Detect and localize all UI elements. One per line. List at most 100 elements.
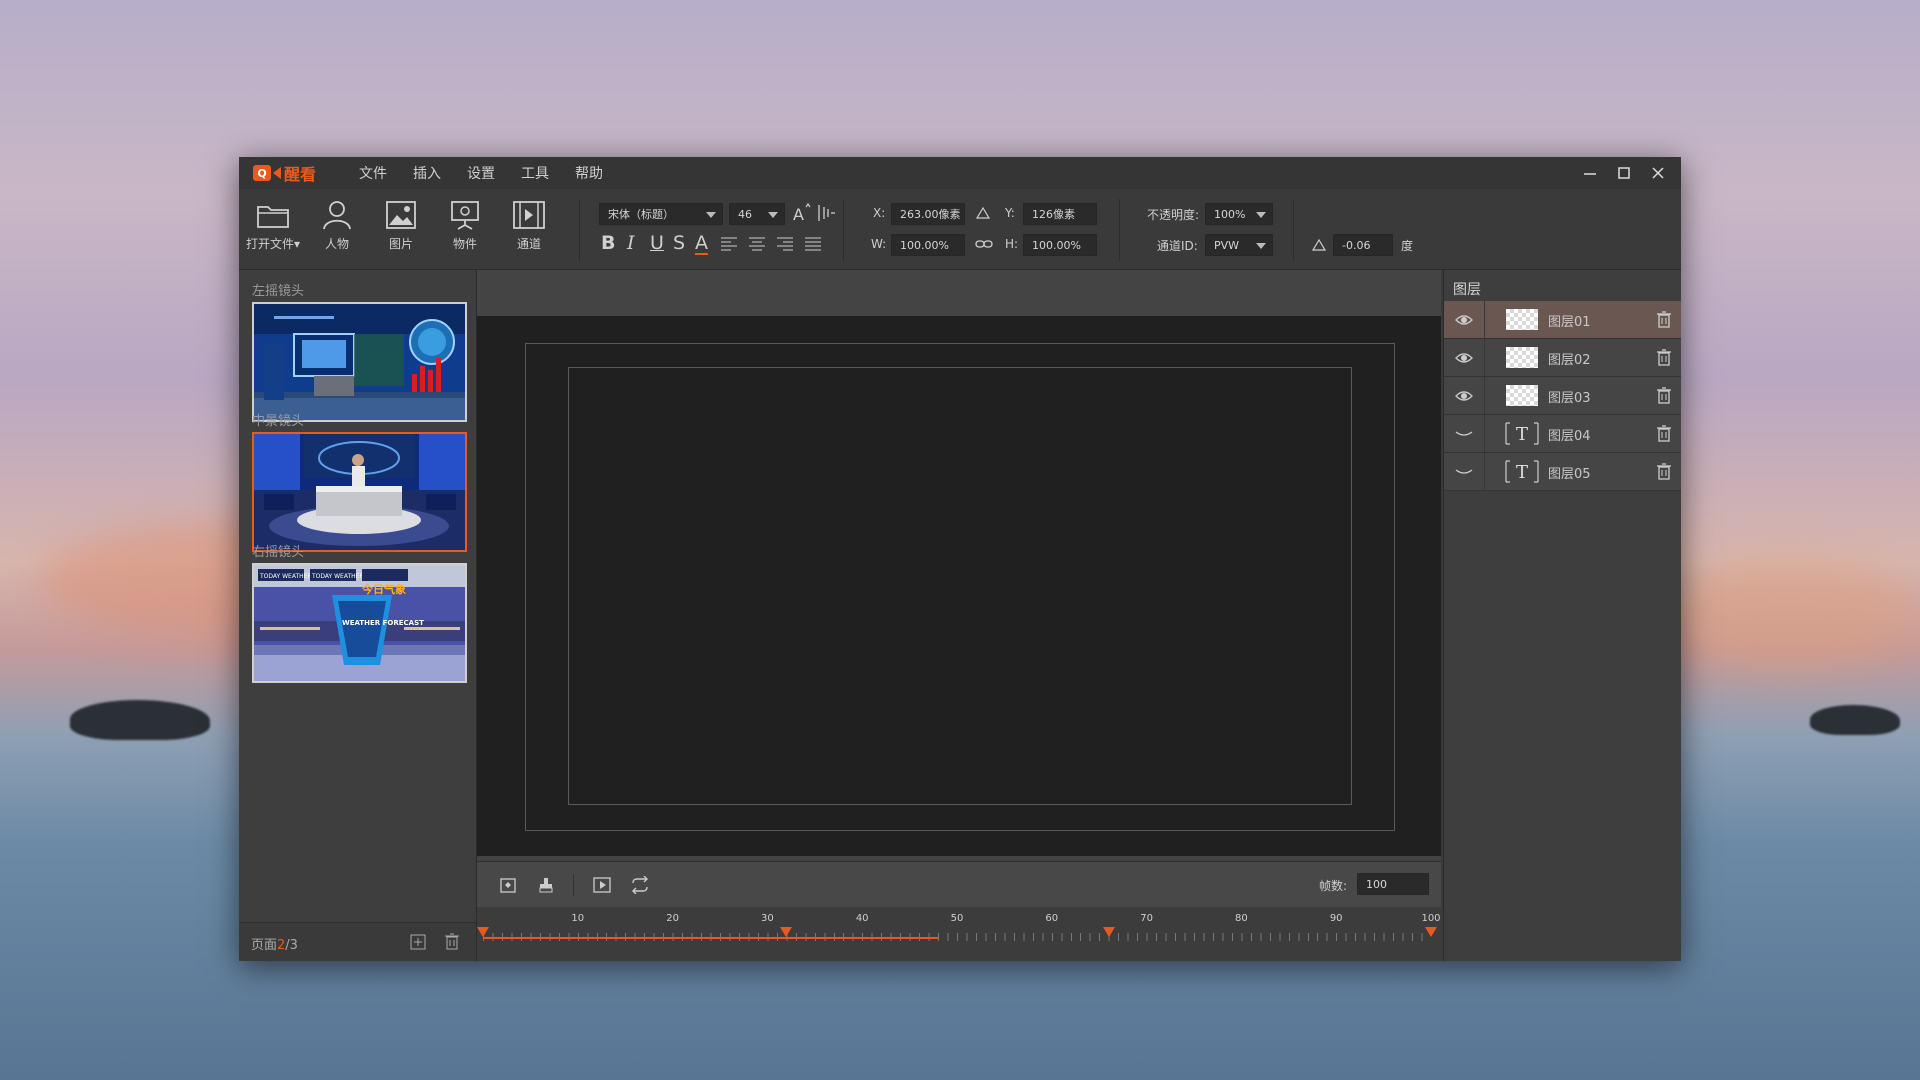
page-indicator: 页面2/3 bbox=[251, 934, 298, 953]
rotation-icon bbox=[1311, 238, 1327, 251]
link-icon[interactable] bbox=[975, 238, 993, 250]
play-icon[interactable] bbox=[593, 876, 611, 894]
underline-button[interactable]: U bbox=[650, 233, 664, 253]
layer-row[interactable]: T 图层05 bbox=[1444, 453, 1681, 491]
page-total: /3 bbox=[285, 938, 298, 953]
trash-icon[interactable] bbox=[1656, 424, 1672, 446]
eye-closed-icon[interactable] bbox=[1444, 453, 1485, 490]
menu-help[interactable]: 帮助 bbox=[575, 163, 603, 183]
eye-icon[interactable] bbox=[1444, 339, 1485, 376]
trash-icon[interactable] bbox=[1656, 348, 1672, 370]
menu-settings[interactable]: 设置 bbox=[467, 163, 495, 183]
italic-button[interactable]: I bbox=[627, 233, 635, 253]
image-button[interactable]: 图片 bbox=[373, 199, 429, 252]
w-input[interactable]: 100.00% bbox=[891, 234, 965, 256]
timeline-tick-label: 90 bbox=[1329, 913, 1343, 924]
menu-insert[interactable]: 插入 bbox=[413, 163, 441, 183]
keyframe-marker[interactable] bbox=[477, 927, 489, 937]
add-keyframe-icon[interactable] bbox=[499, 876, 517, 894]
layer-row[interactable]: 图层01 bbox=[1444, 301, 1681, 339]
timeline-progress bbox=[483, 937, 939, 939]
page-label: 页面 bbox=[251, 938, 278, 953]
frames-input[interactable]: 100 bbox=[1357, 873, 1429, 895]
logo-q-icon: Q bbox=[253, 165, 271, 181]
keyframe-marker[interactable] bbox=[1102, 927, 1115, 937]
rotation-unit: 度 bbox=[1401, 239, 1414, 253]
scene-thumbnail-medium[interactable] bbox=[252, 432, 467, 552]
object-button[interactable]: 物件 bbox=[437, 199, 493, 252]
open-file-button[interactable]: 打开文件▾ bbox=[245, 199, 301, 252]
loop-icon[interactable] bbox=[629, 876, 651, 894]
maximize-button[interactable] bbox=[1607, 157, 1641, 189]
eye-icon[interactable] bbox=[1444, 301, 1485, 338]
x-input[interactable]: 263.00像素 bbox=[891, 203, 965, 225]
keyframe-marker[interactable] bbox=[1425, 927, 1437, 937]
font-size-value: 46 bbox=[738, 208, 752, 221]
film-icon bbox=[513, 201, 545, 229]
align-center-icon[interactable] bbox=[749, 237, 765, 251]
increase-font-button[interactable]: A bbox=[792, 202, 812, 228]
studio-thumbnail-image bbox=[254, 434, 465, 550]
weather-title-text: 今日气象 bbox=[361, 582, 406, 596]
playback-controls: 帧数: 100 bbox=[477, 861, 1441, 908]
triangle-icon bbox=[975, 206, 991, 219]
toolbar-separator bbox=[1293, 199, 1294, 261]
timeline-tick-label: 40 bbox=[855, 913, 869, 924]
person-button[interactable]: 人物 bbox=[309, 199, 365, 252]
font-size-select[interactable]: 46 bbox=[729, 203, 785, 225]
scene-thumbnail-right-pan[interactable]: TODAY WEATHER TODAY WEATHER WEATHER FORE… bbox=[252, 563, 467, 683]
layers-title: 图层 bbox=[1453, 282, 1481, 298]
channel-id-select[interactable]: PVW bbox=[1205, 234, 1273, 256]
timeline[interactable]: 10 20 30 40 50 60 70 80 90 100 bbox=[477, 907, 1441, 961]
align-right-icon[interactable] bbox=[777, 237, 793, 251]
frames-label: 帧数: bbox=[1319, 879, 1348, 893]
align-justify-icon[interactable] bbox=[805, 237, 821, 251]
eye-icon[interactable] bbox=[1444, 377, 1485, 414]
toolbar-separator bbox=[579, 199, 580, 261]
page-footer: 页面2/3 bbox=[239, 922, 476, 961]
add-page-icon[interactable] bbox=[410, 934, 426, 950]
delete-page-icon[interactable] bbox=[444, 933, 460, 950]
trash-icon[interactable] bbox=[1656, 386, 1672, 408]
eye-closed-icon[interactable] bbox=[1444, 415, 1485, 452]
keyframe-marker[interactable] bbox=[780, 927, 793, 937]
layer-row[interactable]: 图层02 bbox=[1444, 339, 1681, 377]
font-color-button[interactable]: A bbox=[695, 233, 708, 255]
h-input[interactable]: 100.00% bbox=[1023, 234, 1097, 256]
strikethrough-button[interactable]: S bbox=[673, 233, 685, 253]
text-layer-icon: T bbox=[1504, 459, 1540, 484]
today-weather-text-2: TODAY WEATHER bbox=[311, 573, 364, 580]
line-spacing-button[interactable] bbox=[816, 203, 836, 227]
layer-row[interactable]: 图层03 bbox=[1444, 377, 1681, 415]
rotation-input[interactable]: -0.06 bbox=[1333, 234, 1393, 256]
layer-row[interactable]: T 图层04 bbox=[1444, 415, 1681, 453]
scene-thumbnail-left-pan[interactable] bbox=[252, 302, 467, 422]
timeline-tick-label: 80 bbox=[1235, 913, 1248, 924]
trash-icon[interactable] bbox=[1656, 462, 1672, 484]
close-button[interactable] bbox=[1641, 157, 1675, 189]
canvas-area bbox=[477, 270, 1441, 861]
y-input[interactable]: 126像素 bbox=[1023, 203, 1097, 225]
trash-icon[interactable] bbox=[1656, 310, 1672, 332]
menu-file[interactable]: 文件 bbox=[359, 163, 387, 183]
align-buttons bbox=[719, 235, 829, 257]
minimize-button[interactable] bbox=[1573, 157, 1607, 189]
logo-camera-icon bbox=[273, 167, 281, 179]
timeline-tick-label: 30 bbox=[761, 913, 774, 924]
preview-canvas[interactable] bbox=[477, 316, 1441, 856]
chevron-down-icon bbox=[768, 212, 778, 218]
clear-brush-icon[interactable] bbox=[537, 876, 555, 894]
opacity-select[interactable]: 100% bbox=[1205, 203, 1273, 225]
font-family-select[interactable]: 宋体（标题） bbox=[599, 203, 723, 225]
channel-id-value: PVW bbox=[1214, 239, 1240, 252]
menu-tools[interactable]: 工具 bbox=[521, 163, 549, 183]
controls-separator bbox=[573, 874, 574, 896]
timeline-tick-label: 10 bbox=[571, 913, 585, 924]
align-left-icon[interactable] bbox=[721, 237, 737, 251]
layer-name: 图层01 bbox=[1548, 315, 1591, 330]
channel-button[interactable]: 通道 bbox=[501, 199, 557, 252]
h-label: H: bbox=[1005, 237, 1019, 251]
minimize-icon bbox=[1584, 173, 1596, 175]
title-bar: Q 醒看 文件 插入 设置 工具 帮助 bbox=[239, 157, 1681, 189]
bold-button[interactable]: B bbox=[601, 233, 615, 253]
